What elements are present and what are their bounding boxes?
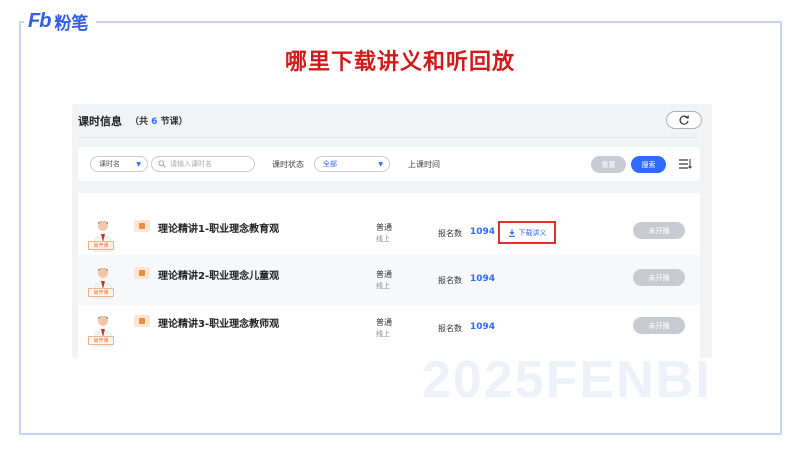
panel-title: 课时信息 (78, 114, 122, 128)
lesson-tag: 尚开课 (88, 241, 114, 250)
status-select-value: 全部 (323, 160, 337, 168)
time-label[interactable]: 上课时间 (408, 159, 440, 170)
chevron-down-icon: ▼ (378, 161, 383, 168)
brand-mark: Fb (28, 9, 51, 32)
refresh-icon (679, 115, 689, 125)
count-suffix: 节课） (160, 117, 188, 127)
status-label: 课时状态 (272, 160, 304, 169)
panel-header: 课时信息 （共 6 节课） (78, 104, 702, 138)
lesson-tag: 尚开课 (88, 288, 114, 297)
lesson-type: 普通 (376, 223, 392, 232)
lesson-type: 普通 (376, 318, 392, 327)
lesson-mode: 线上 (376, 330, 390, 338)
status-select[interactable]: 全部 ▼ (314, 156, 390, 172)
count-prefix: （共 (130, 117, 149, 127)
live-status-button[interactable]: 未开播 (633, 222, 685, 239)
lesson-tag: 尚开课 (88, 336, 114, 345)
search-icon (158, 160, 166, 168)
lesson-mode: 线上 (376, 282, 390, 290)
sort-menu-icon[interactable] (678, 157, 692, 171)
lesson-mode: 线上 (376, 235, 390, 243)
live-status-button[interactable]: 未开播 (633, 269, 685, 286)
lesson-panel: 课时信息 （共 6 节课） 课时名 ▼ 请输入课时名 课时状态 全部 ▼ 上课时… (72, 104, 712, 358)
video-icon (134, 267, 150, 279)
reset-button[interactable]: 重置 (591, 156, 626, 173)
lesson-title[interactable]: 理论精讲1-职业理念教育观 (158, 220, 279, 235)
search-placeholder: 请输入课时名 (170, 160, 212, 168)
lesson-row: 尚开课 理论精讲2-职业理念儿童观 普通 线上 报名数 1094 未开播 (78, 255, 700, 305)
brand-logo: Fb 粉笔 (24, 8, 97, 34)
filter-bar: 课时名 ▼ 请输入课时名 课时状态 全部 ▼ 上课时间 重置 搜索 (78, 147, 700, 181)
lesson-count: （共 6 节课） (130, 114, 188, 127)
enroll-label: 报名数 (438, 324, 462, 333)
lesson-name-select[interactable]: 课时名 ▼ (90, 156, 148, 172)
enroll-count: 1094 (470, 227, 496, 237)
chevron-down-icon: ▼ (136, 161, 141, 168)
lesson-type: 普通 (376, 270, 392, 279)
download-handout-button[interactable]: 下载讲义 (498, 221, 556, 244)
video-icon (134, 315, 150, 327)
refresh-button[interactable] (666, 111, 702, 129)
download-label: 下载讲义 (518, 228, 547, 237)
slide-title: 哪里下载讲义和听回放 (284, 50, 515, 75)
watermark: 2025FENBI (422, 351, 712, 409)
lesson-title[interactable]: 理论精讲2-职业理念儿童观 (158, 267, 279, 282)
brand-name: 粉笔 (54, 13, 89, 34)
enroll-count: 1094 (470, 322, 496, 332)
lesson-row: 尚开课 理论精讲3-职业理念教师观 普通 线上 报名数 1094 未开播 (78, 303, 700, 353)
enroll-label: 报名数 (438, 229, 462, 238)
enroll-label: 报名数 (438, 276, 462, 285)
live-status-button[interactable]: 未开播 (633, 317, 685, 334)
download-icon (508, 229, 515, 237)
search-input[interactable]: 请输入课时名 (151, 156, 255, 172)
slide: Fb 粉笔 哪里下载讲义和听回放 2025FENBI 课时信息 （共 6 节课）… (0, 0, 800, 450)
count-number: 6 (151, 117, 158, 127)
enroll-count: 1094 (470, 274, 496, 284)
lesson-list: 尚开课 理论精讲1-职业理念教育观 普通 线上 报名数 1094 下载讲义 未开… (78, 193, 700, 358)
lesson-row: 尚开课 理论精讲1-职业理念教育观 普通 线上 报名数 1094 下载讲义 未开… (78, 208, 700, 258)
search-button[interactable]: 搜索 (631, 156, 666, 173)
video-icon (134, 220, 150, 232)
lesson-select-value: 课时名 (99, 160, 120, 168)
lesson-title[interactable]: 理论精讲3-职业理念教师观 (158, 315, 279, 330)
